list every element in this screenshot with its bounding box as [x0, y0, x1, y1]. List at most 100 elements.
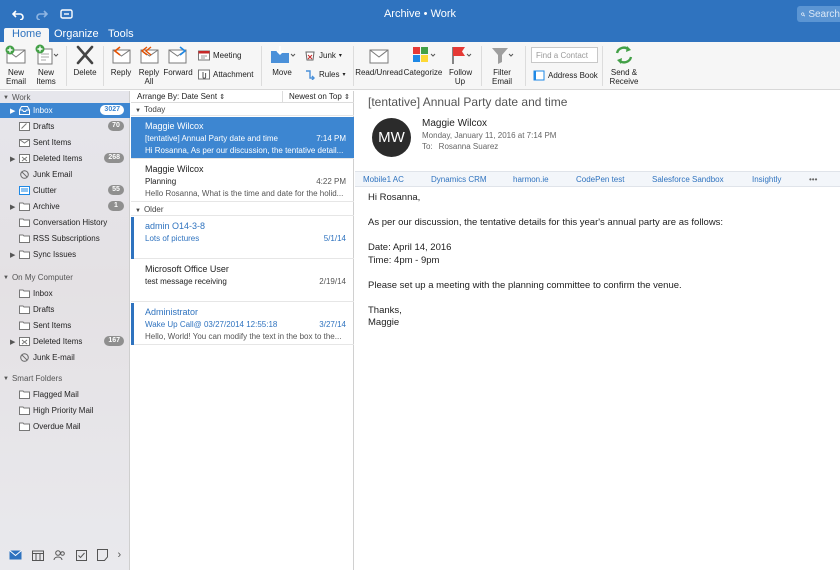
folder-icon [19, 305, 30, 314]
message-item[interactable]: admin O14-3-8 Lots of pictures 5/1/14 [131, 217, 354, 259]
smart-folder-icon [19, 422, 30, 431]
message-time: 4:22 PM [316, 177, 346, 186]
reply-label: Reply [110, 68, 132, 77]
attachment-button[interactable]: Attachment [198, 69, 253, 80]
tab-organize[interactable]: Organize [46, 28, 107, 42]
search-field[interactable]: Search [797, 6, 840, 22]
addin-insightly[interactable]: Insightly [752, 175, 781, 184]
message-time: 7:14 PM [316, 134, 346, 143]
addins-more-button[interactable]: ••• [809, 175, 817, 184]
group-header-today[interactable]: ▼ Today [131, 104, 354, 116]
tasks-icon[interactable] [76, 549, 88, 561]
tab-home[interactable]: Home [4, 28, 50, 42]
sidebar-item-label: Inbox [33, 106, 53, 115]
junk-button[interactable]: Junk ▾ [304, 50, 342, 61]
sidebar-item-local-deleted-items[interactable]: ▶ Deleted Items 167 [0, 334, 130, 349]
on-my-computer-header[interactable]: ▼ On My Computer [3, 273, 73, 282]
sidebar-item-local-drafts[interactable]: Drafts [0, 302, 130, 317]
sidebar-item-sync-issues[interactable]: ▶ Sync Issues [0, 247, 130, 262]
addin-harmon-ie[interactable]: harmon.ie [513, 175, 549, 184]
sidebar-item-archive[interactable]: ▶ Archive 1 [0, 199, 130, 214]
avatar[interactable]: MW [372, 118, 411, 157]
expand-icon[interactable]: ▶ [10, 107, 15, 115]
sidebar-item-conversation-history[interactable]: Conversation History [0, 215, 130, 230]
collapse-icon: ▼ [135, 208, 141, 214]
rules-button[interactable]: Rules ▾ [304, 69, 345, 80]
mail-icon[interactable] [9, 550, 22, 560]
categorize-button[interactable]: Categorize [404, 44, 442, 78]
sidebar-item-rss-subscriptions[interactable]: RSS Subscriptions [0, 231, 130, 246]
addin-codepen-test[interactable]: CodePen test [576, 175, 624, 184]
addin-mobile1-ac[interactable]: Mobile1 AC [363, 175, 404, 184]
move-button[interactable]: Move [267, 44, 297, 78]
follow-up-button[interactable]: Follow Up [445, 44, 475, 86]
new-items-icon [35, 44, 59, 65]
sidebar-item-clutter[interactable]: Clutter 55 [0, 183, 130, 198]
expand-icon[interactable]: ▶ [10, 203, 15, 211]
message-subject: Wake Up Call@ 03/27/2014 12:55:18 [145, 320, 278, 329]
body-signature: Maggie [368, 317, 400, 328]
sidebar-item-local-inbox[interactable]: Inbox [0, 286, 130, 301]
sidebar-item-high-priority-mail[interactable]: High Priority Mail [0, 403, 130, 418]
delete-button[interactable]: Delete [71, 44, 99, 78]
sidebar-item-deleted-items[interactable]: ▶ Deleted Items 268 [0, 151, 130, 166]
sidebar-item-junk-email[interactable]: Junk Email [0, 167, 130, 182]
recipient-line: To: Rosanna Suarez [422, 142, 498, 151]
sort-order-label: Newest on Top [289, 92, 342, 101]
reply-button[interactable]: Reply [108, 44, 134, 78]
reply-all-icon [140, 46, 159, 64]
folder-icon [19, 250, 30, 259]
notes-icon[interactable] [96, 549, 108, 561]
message-item[interactable]: Maggie Wilcox Planning 4:22 PM Hello Ros… [131, 160, 354, 202]
read-unread-button[interactable]: Read/Unread [355, 44, 403, 78]
message-item[interactable]: Maggie Wilcox [tentative] Annual Party d… [131, 117, 354, 159]
addin-dynamics-crm[interactable]: Dynamics CRM [431, 175, 487, 184]
reply-all-button[interactable]: Reply All [136, 44, 162, 86]
group-header-older[interactable]: ▼ Older [131, 204, 354, 216]
more-icon[interactable]: › [117, 549, 121, 561]
junk-label: Junk [319, 51, 336, 60]
work-account-header[interactable]: ▼ Work [3, 93, 30, 102]
count-badge: 1 [108, 201, 124, 211]
message-item[interactable]: Administrator Wake Up Call@ 03/27/2014 1… [131, 303, 354, 345]
message-list: Arrange By: Date Sent ⇕ Newest on Top ⇕ … [131, 91, 354, 570]
sidebar-item-local-junk-email[interactable]: Junk E-mail [0, 350, 130, 365]
sidebar-item-inbox[interactable]: ▶ Inbox 3027 [0, 103, 130, 118]
addin-salesforce-sandbox[interactable]: Salesforce Sandbox [652, 175, 724, 184]
filter-email-button[interactable]: Filter Email [486, 44, 518, 86]
arrange-by-dropdown[interactable]: Arrange By: Date Sent ⇕ [137, 92, 225, 101]
collapse-icon: ▼ [3, 94, 9, 101]
people-icon[interactable] [53, 549, 66, 561]
recipient-name[interactable]: Rosanna Suarez [439, 142, 499, 151]
message-body: Hi Rosanna, As per our discussion, the t… [368, 192, 723, 330]
sender-name[interactable]: Maggie Wilcox [422, 118, 487, 129]
ribbon-divider [261, 46, 262, 86]
ribbon-divider [103, 46, 104, 86]
expand-icon[interactable]: ▶ [10, 155, 15, 163]
new-email-button[interactable]: New Email [3, 44, 29, 86]
message-item[interactable]: Microsoft Office User test message recei… [131, 260, 354, 302]
count-badge: 167 [104, 336, 124, 346]
sidebar-item-overdue-mail[interactable]: Overdue Mail [0, 419, 130, 434]
sidebar-item-drafts[interactable]: Drafts 70 [0, 119, 130, 134]
new-items-button[interactable]: New Items [32, 44, 60, 86]
sidebar-item-flagged-mail[interactable]: Flagged Mail [0, 387, 130, 402]
message-preview: Hello, World! You can modify the text in… [145, 332, 342, 341]
sidebar-item-label: Drafts [33, 122, 55, 131]
meeting-button[interactable]: Meeting [198, 50, 241, 61]
expand-icon[interactable]: ▶ [10, 251, 15, 259]
message-sender: Microsoft Office User [145, 264, 229, 274]
forward-button[interactable]: Forward [163, 44, 193, 78]
expand-icon[interactable]: ▶ [10, 338, 15, 346]
calendar-icon[interactable] [31, 550, 44, 561]
address-book-button[interactable]: Address Book [533, 70, 598, 81]
smart-folders-header[interactable]: ▼ Smart Folders [3, 374, 62, 383]
sidebar-item-local-sent-items[interactable]: Sent Items [0, 318, 130, 333]
find-contact-input[interactable]: Find a Contact [531, 47, 598, 63]
tab-tools[interactable]: Tools [100, 28, 142, 42]
send-receive-button[interactable]: Send & Receive [607, 44, 641, 86]
window-title: Archive • Work [383, 8, 457, 20]
sort-order-dropdown[interactable]: Newest on Top ⇕ [282, 91, 350, 103]
junk-folder-icon [20, 170, 29, 179]
sidebar-item-sent-items[interactable]: Sent Items [0, 135, 130, 150]
